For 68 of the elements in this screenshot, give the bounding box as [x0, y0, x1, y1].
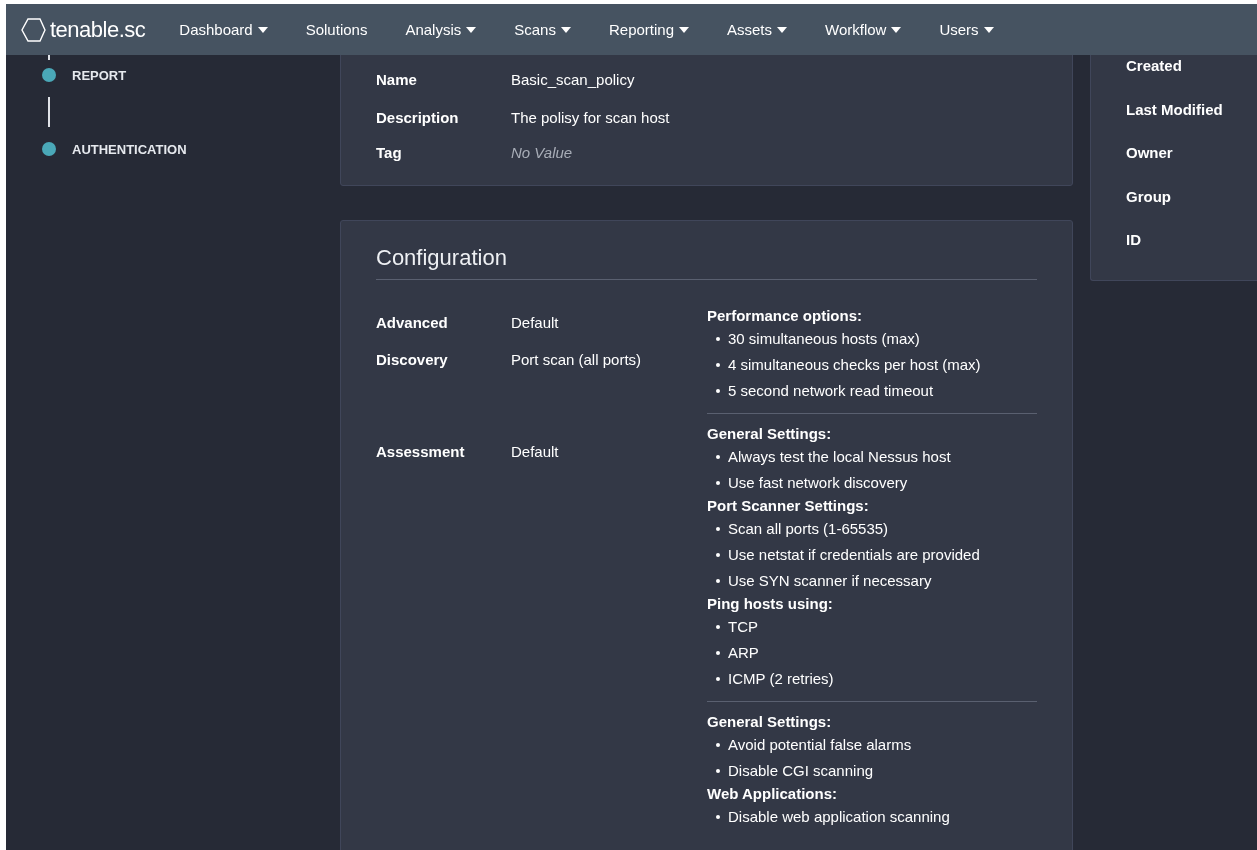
nav-menu-item[interactable]: Solutions	[305, 21, 368, 38]
bullet-icon	[716, 743, 720, 747]
setting-item: Use SYN scanner if necessary	[728, 571, 932, 591]
field-label: Description	[376, 108, 460, 126]
setting-item: Disable CGI scanning	[728, 761, 874, 781]
setting-item: ARP	[728, 643, 759, 663]
step-dot	[42, 68, 56, 82]
field-label: Group	[1126, 187, 1171, 205]
settings-heading: Port Scanner Settings:	[707, 496, 870, 516]
setting-item: Disable web application scanning	[728, 807, 950, 827]
field-label: Created	[1126, 57, 1182, 75]
step-label[interactable]: REPORT	[72, 67, 127, 83]
setting-item: TCP	[728, 617, 758, 637]
bullet-icon	[716, 455, 720, 459]
placeholder-value: No Value	[511, 144, 573, 161]
bullet-icon	[716, 553, 720, 557]
logo-text[interactable]: tenable.sc	[50, 16, 146, 43]
field-label: Assessment	[376, 443, 466, 462]
settings-heading: Web Applications:	[707, 784, 838, 804]
setting-item: 4 simultaneous checks per host (max)	[728, 355, 981, 375]
setting-item: ICMP (2 retries)	[728, 669, 834, 689]
nav-menu-item[interactable]: Users	[939, 21, 994, 38]
section-title: Configuration	[376, 245, 1037, 280]
field-label: Owner	[1126, 144, 1173, 162]
setting-item: 30 simultaneous hosts (max)	[728, 329, 920, 349]
bullet-icon	[716, 769, 720, 773]
bullet-icon	[716, 527, 720, 531]
bullet-icon	[716, 481, 720, 485]
field-value: Default	[511, 443, 559, 462]
step-dot	[42, 142, 56, 156]
setting-item: Use netstat if credentials are provided	[728, 545, 980, 565]
settings-heading: General Settings:	[707, 712, 833, 732]
field-value: Default	[511, 314, 559, 333]
field-label: Advanced	[376, 314, 449, 333]
bullet-icon	[716, 389, 720, 393]
step-connector	[48, 55, 50, 60]
bullet-icon	[716, 579, 720, 583]
bullet-icon	[716, 677, 720, 681]
field-label: Name	[376, 70, 418, 88]
nav-menu-item[interactable]: Scans	[514, 21, 571, 38]
field-label: Tag	[376, 144, 403, 161]
bullet-icon	[716, 363, 720, 367]
field-label: ID	[1126, 231, 1141, 249]
settings-heading: Ping hosts using:	[707, 594, 834, 614]
bullet-icon	[716, 625, 720, 629]
hexagon-icon	[20, 16, 46, 43]
setting-item: Avoid potential false alarms	[728, 735, 912, 755]
field-value: Port scan (all ports)	[511, 351, 642, 370]
bullet-icon	[716, 815, 720, 819]
step-label[interactable]: AUTHENTICATION	[72, 141, 187, 157]
field-label: Last Modified	[1126, 100, 1223, 118]
setting-item: Use fast network discovery	[728, 473, 908, 493]
nav-menu-item[interactable]: Workflow	[825, 21, 902, 38]
field-label: Discovery	[376, 351, 449, 370]
setting-item: Scan all ports (1-65535)	[728, 519, 889, 539]
step-connector	[48, 97, 50, 127]
field-value: The polisy for scan host	[511, 108, 670, 126]
nav-menu-item[interactable]: Assets	[727, 21, 788, 38]
nav-menu-item[interactable]: Dashboard	[179, 21, 268, 38]
nav-menu-item[interactable]: Reporting	[608, 21, 689, 38]
nav-menu-item[interactable]: Analysis	[405, 21, 477, 38]
settings-heading: General Settings:	[707, 424, 833, 444]
setting-item: 5 second network read timeout	[728, 381, 934, 401]
bullet-icon	[716, 337, 720, 341]
settings-heading: Performance options:	[707, 306, 864, 326]
bullet-icon	[716, 651, 720, 655]
field-value: Basic_scan_policy	[511, 70, 635, 88]
setting-item: Always test the local Nessus host	[728, 447, 951, 467]
